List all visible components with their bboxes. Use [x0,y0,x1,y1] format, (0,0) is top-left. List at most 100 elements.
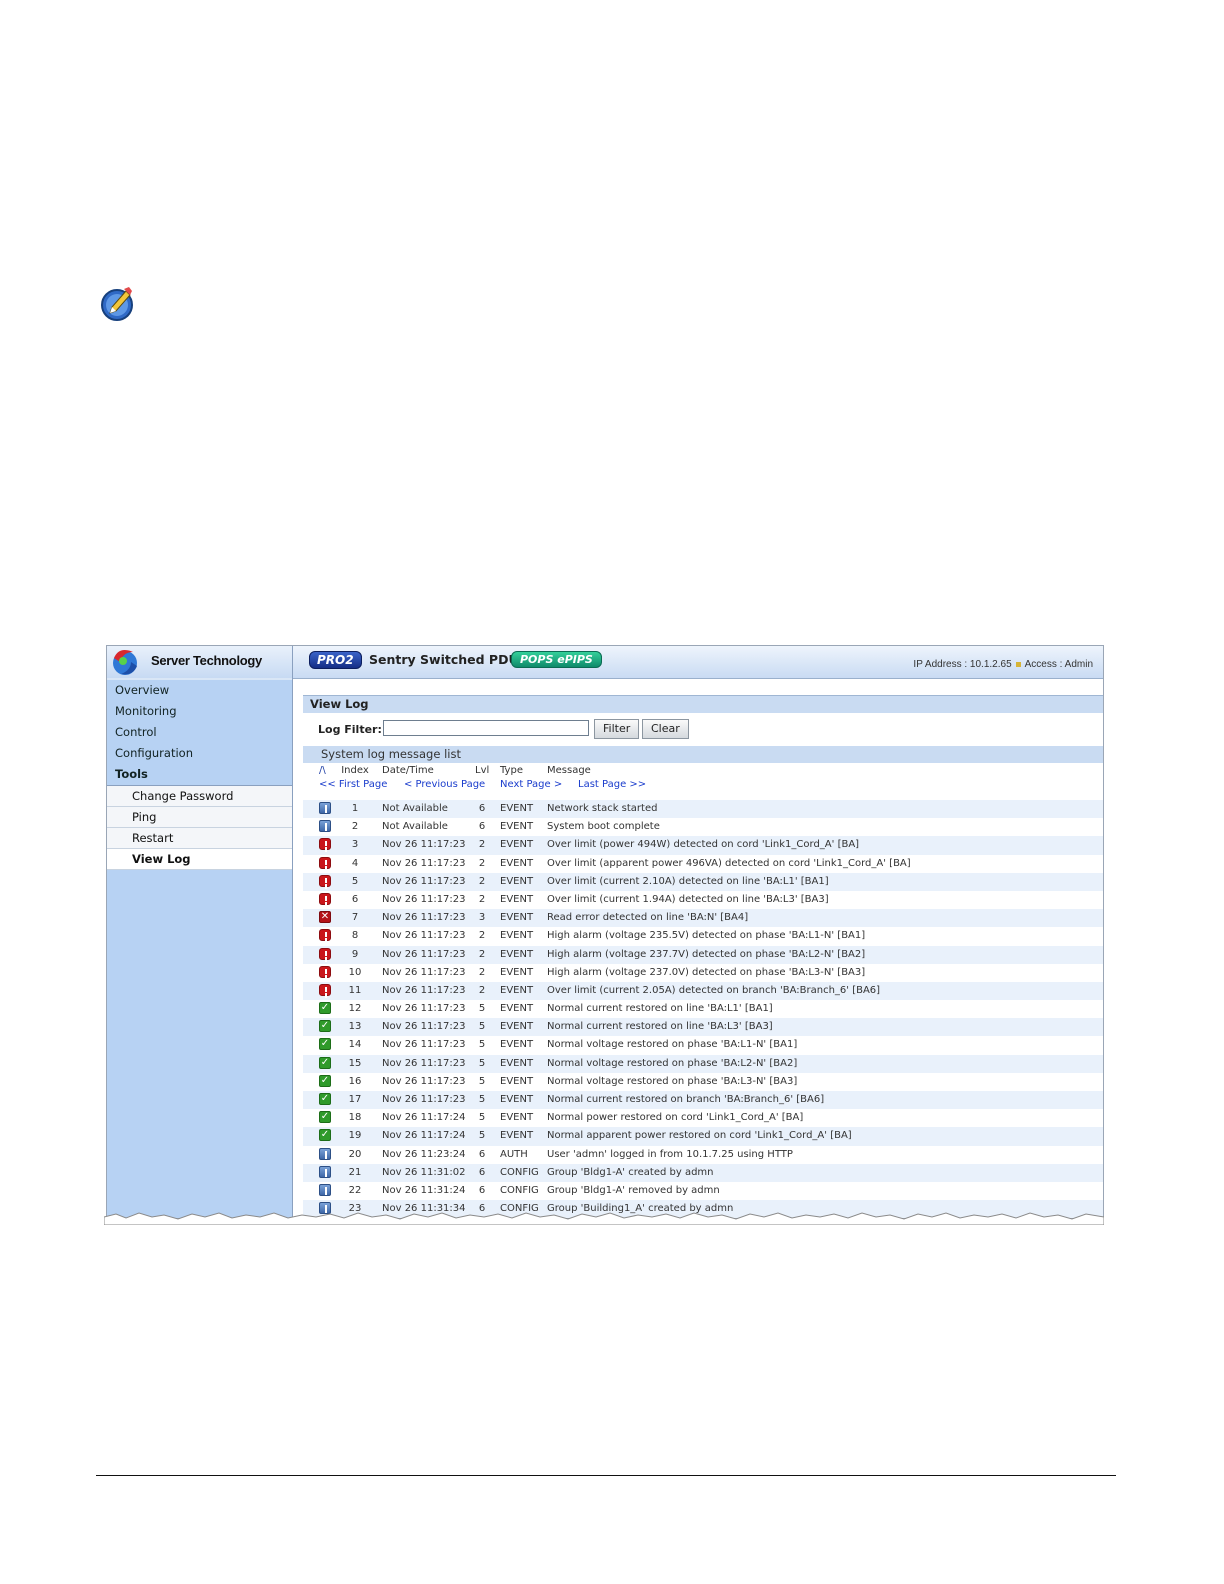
log-row: 5 Nov 26 11:17:23 2 EVENT Over limit (curren… [303,872,1103,891]
log-type: CONFIG [500,1166,539,1178]
log-row: ✓ 18 Nov 26 11:17:24 5 EVENT Normal power res… [303,1109,1103,1127]
log-type: EVENT [500,1039,534,1051]
next-page-link[interactable]: Next Page > [500,779,562,790]
log-type: EVENT [500,1094,534,1105]
log-message: System boot complete [547,821,660,833]
log-index: 5 [351,875,359,887]
log-type: EVENT [500,912,534,924]
log-index: 12 [348,1003,362,1015]
log-type: EVENT [500,966,534,978]
log-date: Nov 26 11:31:02 [382,1166,466,1178]
product-title: Sentry Switched PDU [369,652,519,667]
log-message: Over limit (apparent power 496VA) detect… [547,857,911,869]
log-row: 6 Nov 26 11:17:23 2 EVENT Over limit (curren… [303,891,1103,909]
log-date: Nov 26 11:17:23 [382,857,466,869]
log-type: EVENT [500,803,534,814]
check-icon-glyph: ✓ [320,1093,330,1104]
alarm-icon [319,892,331,905]
log-message: Normal voltage restored on phase 'BA:L2-… [547,1057,798,1069]
log-message: User 'admn' logged in from 10.1.7.25 usi… [547,1148,793,1160]
col-date: Date/Time [382,765,434,776]
log-type: EVENT [500,1003,534,1015]
log-date: Nov 26 11:17:23 [382,1039,466,1051]
log-type: EVENT [500,1057,534,1069]
pdu-web-interface-screenshot: Server Technology Overview Monitoring Co… [106,645,1104,1219]
log-level: 6 [478,1166,486,1178]
nav-restart[interactable]: Restart [107,828,292,849]
session-info: IP Address : 10.1.2.65 Access : Admin [913,659,1093,670]
info-icon [319,1165,331,1178]
log-row: 3 Nov 26 11:17:23 2 EVENT Over limit (power … [303,836,1103,855]
log-date: Nov 26 11:17:23 [382,948,466,960]
access-level: Access : Admin [1024,659,1093,670]
log-message: Read error detected on line 'BA:N' [BA4] [547,912,749,924]
log-type: EVENT [500,1130,534,1142]
nav-monitoring[interactable]: Monitoring [107,701,292,722]
log-type: EVENT [500,893,534,905]
log-message: High alarm (voltage 235.5V) detected on … [547,930,866,942]
log-date: Not Available [382,803,448,814]
log-row: ✓ 14 Nov 26 11:17:23 5 EVENT Normal voltage r… [303,1036,1103,1054]
log-index: 3 [351,839,359,851]
log-level: 2 [478,966,486,978]
check-icon-glyph: ✓ [320,1002,330,1014]
clear-button[interactable]: Clear [642,719,689,739]
log-index: 2 [351,821,359,833]
log-level: 2 [478,930,486,942]
check-icon: ✓ [319,1020,331,1033]
log-row: ✓ 12 Nov 26 11:17:23 5 EVENT Normal current r… [303,1000,1103,1018]
main-nav: Overview Monitoring Control Configuratio… [107,680,292,870]
log-level: 6 [478,821,486,833]
main-content: View Log Log Filter: Filter Clear System… [303,695,1103,1218]
previous-page-link[interactable]: < Previous Page [404,779,485,790]
log-date: Not Available [382,821,448,833]
nav-configuration[interactable]: Configuration [107,743,292,764]
log-type: EVENT [500,821,534,833]
check-icon: ✓ [319,1002,331,1015]
sort-toggle-icon[interactable]: /\ [319,765,326,776]
log-date: Nov 26 11:17:24 [382,1112,466,1124]
log-row: ✓ 17 Nov 26 11:17:23 5 EVENT Normal current r… [303,1091,1103,1110]
log-index: 4 [351,857,359,869]
log-level: 2 [478,948,486,960]
page-title: View Log [303,695,1103,713]
first-page-link[interactable]: << First Page [319,779,387,790]
log-level: 6 [478,803,486,814]
log-row: 20 Nov 26 11:23:24 6 AUTH User 'admn' logged… [303,1146,1103,1164]
nav-view-log[interactable]: View Log [107,849,292,870]
log-row: 10 Nov 26 11:17:23 2 EVENT High alarm (volta… [303,964,1103,982]
nav-ping[interactable]: Ping [107,807,292,828]
nav-change-password[interactable]: Change Password [107,786,292,807]
last-page-link[interactable]: Last Page >> [578,779,646,790]
log-level: 3 [478,912,486,924]
log-date: Nov 26 11:17:23 [382,1075,466,1087]
nav-overview[interactable]: Overview [107,680,292,701]
alarm-icon [319,874,331,887]
error-icon: ✕ [319,911,331,924]
log-type: AUTH [500,1148,528,1160]
log-level: 6 [478,1184,486,1196]
nav-tools[interactable]: Tools [107,764,292,786]
log-level: 5 [478,1130,486,1142]
log-row: 4 Nov 26 11:17:23 2 EVENT Over limit (appare… [303,855,1103,873]
check-icon-glyph: ✓ [320,1056,330,1068]
log-message: High alarm (voltage 237.7V) detected on … [547,948,866,960]
log-date: Nov 26 11:17:23 [382,912,466,924]
log-level: 5 [478,1075,486,1087]
log-level: 5 [478,1021,486,1033]
log-level: 5 [478,1057,486,1069]
log-row: ✓ 13 Nov 26 11:17:23 5 EVENT Normal current r… [303,1018,1103,1037]
torn-edge-decoration [104,1212,1104,1225]
log-index: 17 [348,1094,362,1105]
pro2-badge: PRO2 [309,651,362,669]
nav-control[interactable]: Control [107,722,292,743]
log-level: 6 [478,1148,486,1160]
alarm-icon [319,965,331,978]
log-date: Nov 26 11:17:23 [382,984,466,996]
log-filter-input[interactable] [383,720,589,736]
brand-header: Server Technology [107,646,292,680]
check-icon-glyph: ✓ [320,1074,330,1086]
log-index: 21 [348,1166,362,1178]
filter-button[interactable]: Filter [594,719,640,739]
log-message: Over limit (current 2.05A) detected on b… [547,984,881,996]
